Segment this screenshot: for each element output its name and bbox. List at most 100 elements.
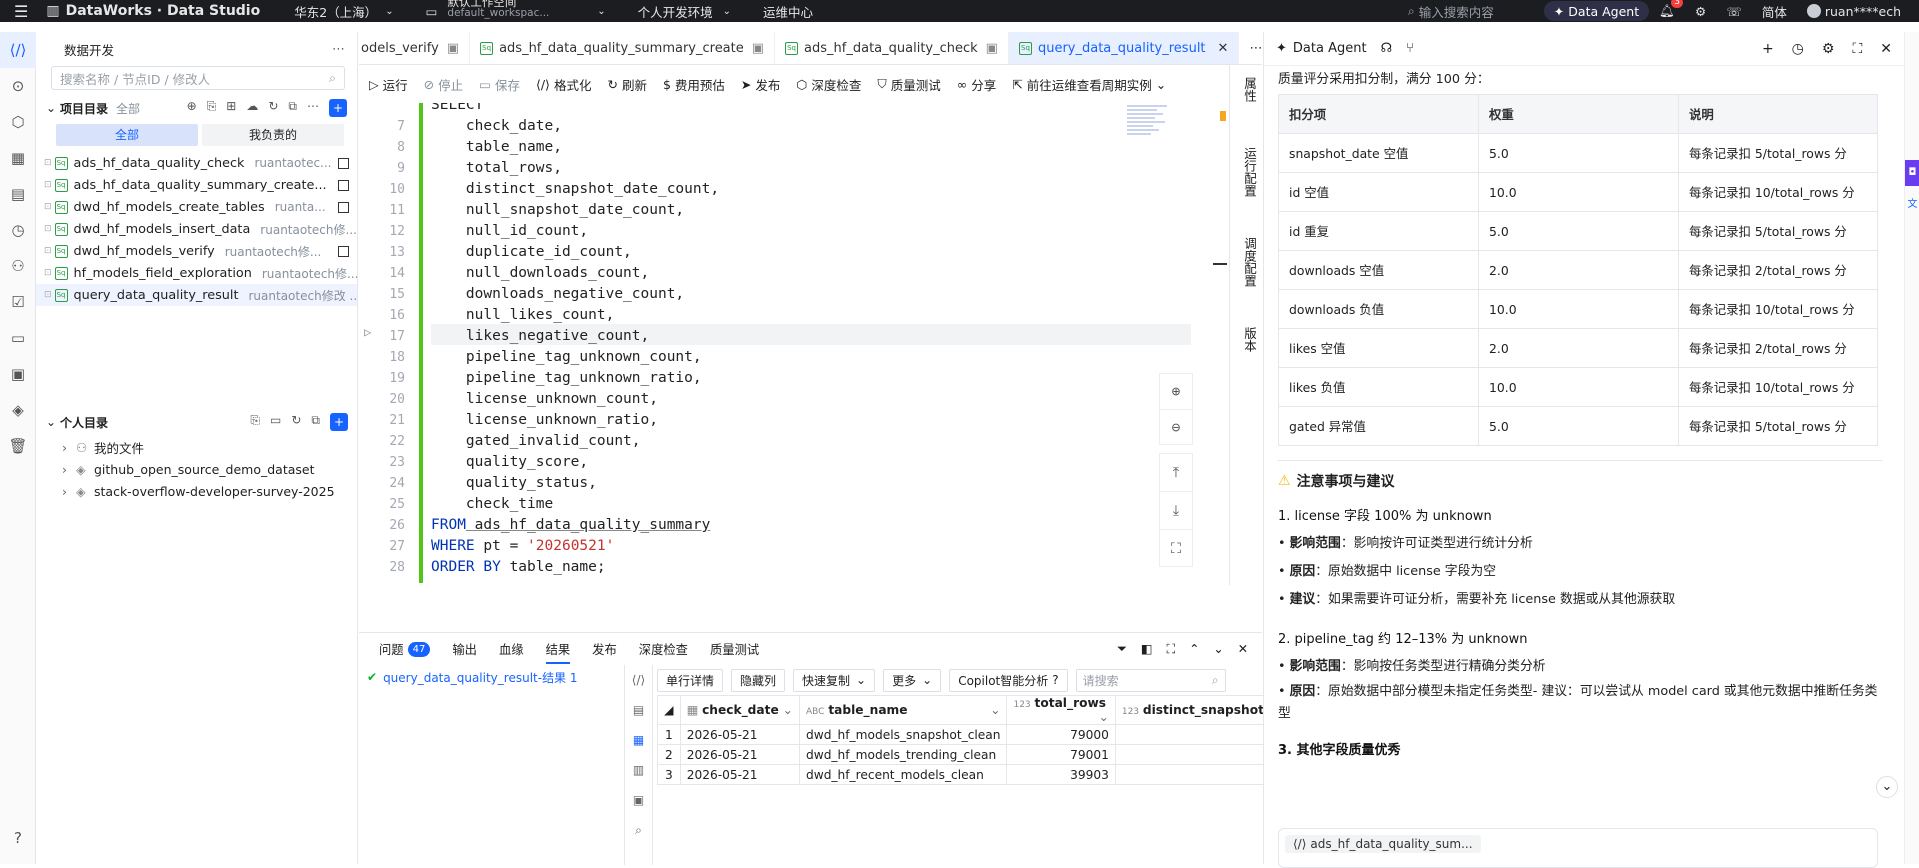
cell-check-date[interactable]: 2026-05-21 (680, 745, 799, 765)
new-chat-icon[interactable]: + (1762, 41, 1774, 57)
column-header[interactable]: 123 total_rows⌄ (1007, 696, 1115, 725)
code-icon[interactable]: ⟨/⟩ (625, 665, 652, 695)
tab-properties[interactable]: 属性 (1230, 65, 1259, 135)
filter-mine-button[interactable]: 我负责的 (202, 124, 344, 146)
import-icon[interactable]: ⎘ (250, 413, 260, 431)
ops-center-link[interactable]: 运维中心 (753, 0, 823, 22)
chevron-down-icon[interactable]: ⌄ (1213, 642, 1223, 657)
trash-icon[interactable]: 🗑︎ (0, 428, 36, 464)
target-icon[interactable]: ⊕ (187, 99, 197, 117)
global-search[interactable]: ⌕ 输入搜索内容 (1398, 0, 1504, 22)
clock-icon[interactable]: ◷ (0, 212, 36, 248)
file-item[interactable]: ⊡Sqquery_data_quality_resultruantaotech修… (36, 284, 357, 306)
add-button[interactable]: + (330, 413, 348, 431)
cell-table-name[interactable]: dwd_hf_models_trending_clean (799, 745, 1007, 765)
fit-screen-icon[interactable]: ⛶ (1159, 529, 1193, 567)
robot-icon[interactable]: ☊ (1381, 41, 1393, 56)
row-detail-button[interactable]: 单行详情 (657, 669, 723, 692)
notification-bell[interactable]: 🔔︎ 3 (1649, 0, 1685, 22)
log-icon[interactable]: ▤ (625, 695, 652, 725)
tab-output[interactable]: 输出 (452, 640, 477, 658)
more-icon[interactable]: ⋯ (307, 99, 319, 117)
code-editor[interactable]: ▷ SELECT 7 check_date,8 table_name,9 tot… (359, 103, 1229, 583)
zoom-icon[interactable]: ⌕ (625, 815, 652, 845)
tab-quality-check[interactable]: Sq ads_hf_data_quality_check ▣ (775, 32, 1009, 64)
cell-total-rows[interactable]: 79000 (1007, 725, 1115, 745)
file-item[interactable]: ⊡Sqdwd_hf_models_create_tablesruanta... (36, 196, 357, 218)
brand[interactable]: ▥ DataWorks · Data Studio (42, 0, 270, 22)
tab-publish[interactable]: 发布 (592, 640, 617, 658)
pin-icon[interactable]: ▣ (447, 41, 459, 56)
support-icon[interactable]: ☏ (1716, 0, 1752, 22)
filter-all-button[interactable]: 全部 (56, 124, 198, 146)
pin-icon[interactable]: ▣ (752, 41, 764, 56)
quick-copy-button[interactable]: 快速复制⌄ (793, 669, 875, 692)
tab-models-verify[interactable]: odels_verify ▣ (359, 32, 470, 64)
list-item[interactable]: › ⚇ 我的文件 (36, 436, 358, 458)
env-selector[interactable]: 个人开发环境 ⌄ (628, 0, 741, 22)
zoom-in-icon[interactable]: ⊕ (1159, 373, 1193, 409)
chevron-down-icon[interactable]: ⌄ (46, 415, 60, 429)
tab-quality-test[interactable]: 质量测试 (710, 640, 759, 658)
table-icon[interactable]: ▦ (625, 725, 652, 755)
report-icon[interactable]: ▤ (0, 176, 36, 212)
deep-check-button[interactable]: ⬡深度检查 (796, 75, 861, 94)
goto-ops-button[interactable]: ⇱前往运维查看周期实例⌄ (1012, 75, 1166, 94)
chevron-up-icon[interactable]: ⌃ (1189, 642, 1199, 657)
grid-search-input[interactable]: 请搜索⌕ (1076, 669, 1226, 692)
close-icon[interactable]: ✕ (1238, 642, 1248, 657)
chat-icon[interactable]: ◘ (1905, 160, 1919, 186)
cell-distinct-count[interactable] (1115, 745, 1276, 765)
chevron-down-icon[interactable]: ⌄ (46, 101, 60, 115)
user-icon[interactable]: ⚇ (0, 248, 36, 284)
tab-issues[interactable]: 问题47 (379, 640, 430, 658)
tab-summary-create[interactable]: Sq ads_hf_data_quality_summary_create ▣ (470, 32, 775, 64)
context-chip[interactable]: ⟨/⟩ ads_hf_data_quality_sum... (1285, 835, 1481, 853)
workspace-selector[interactable]: ▭ 默认工作空间 default_workspac... ⌄ (416, 0, 616, 22)
scroll-bottom-icon[interactable]: ⤓ (1159, 491, 1193, 529)
layers-icon[interactable]: ▣ (0, 356, 36, 392)
list-item[interactable]: › ◈ github_open_source_demo_dataset (36, 458, 358, 480)
folder-add-icon[interactable]: ▭ (270, 413, 281, 431)
refresh-icon[interactable]: ↻ (291, 413, 301, 431)
publish-button[interactable]: ➤发布 (741, 75, 781, 94)
quality-test-button[interactable]: ⛉质量测试 (877, 75, 940, 94)
cube-icon[interactable]: ⬡ (0, 104, 36, 140)
format-button[interactable]: ⟨/⟩格式化 (536, 75, 591, 94)
close-icon[interactable]: ✕ (1218, 41, 1229, 56)
tab-query-result[interactable]: Sq query_data_quality_result ✕ (1009, 32, 1239, 64)
data-explore-icon[interactable]: ⊙ (0, 68, 36, 104)
cell-check-date[interactable]: 2026-05-21 (680, 765, 799, 785)
cell-distinct-count[interactable] (1115, 725, 1276, 745)
stop-button[interactable]: ⊘停止 (424, 75, 464, 94)
close-icon[interactable]: ✕ (1880, 41, 1892, 57)
share-button[interactable]: ∞分享 (957, 75, 996, 94)
tools-icon[interactable]: ⚙ (1685, 0, 1716, 22)
copy-icon[interactable]: ⧉ (311, 413, 320, 431)
scroll-top-icon[interactable]: ⤒ (1159, 453, 1193, 491)
cell-table-name[interactable]: dwd_hf_models_snapshot_clean (799, 725, 1007, 745)
help-icon[interactable]: ? (0, 820, 36, 856)
cell-total-rows[interactable]: 79001 (1007, 745, 1115, 765)
translate-icon[interactable]: 文 (1905, 192, 1919, 218)
scrollbar-marker[interactable] (1220, 111, 1226, 121)
expand-icon[interactable]: ⛶ (1852, 41, 1862, 57)
tab-lineage[interactable]: 血缘 (499, 640, 524, 658)
tab-version[interactable]: 版本 (1230, 315, 1259, 375)
copilot-analysis-button[interactable]: Copilot智能分析? (949, 669, 1067, 692)
region-selector[interactable]: 华东2（上海） ⌄ (284, 0, 403, 22)
menu-icon[interactable]: ☰ (0, 0, 42, 22)
package-icon[interactable]: ◈ (0, 392, 36, 428)
column-header[interactable]: ABC table_name⌄ (799, 696, 1007, 725)
tab-result[interactable]: 结果 (546, 640, 571, 664)
settings-icon[interactable]: ⚙ (1822, 41, 1835, 57)
document-icon[interactable]: ▭ (0, 320, 36, 356)
cell-distinct-count[interactable] (1115, 765, 1276, 785)
project-scope[interactable]: 全部 (116, 100, 140, 117)
sidebar-search[interactable]: 搜索名称 / 节点ID / 修改人 ⌕ (51, 66, 345, 90)
file-item[interactable]: ⊡Sqdwd_hf_models_verifyruantaotech修... (36, 240, 357, 262)
column-header[interactable]: 123 distinct_snapshot_ (1115, 696, 1276, 725)
file-item[interactable]: ⊡Sqads_hf_data_quality_checkruantaotec..… (36, 152, 357, 174)
user-menu[interactable]: ruan****ech (1797, 0, 1919, 22)
split-icon[interactable]: ◧ (1141, 642, 1153, 657)
